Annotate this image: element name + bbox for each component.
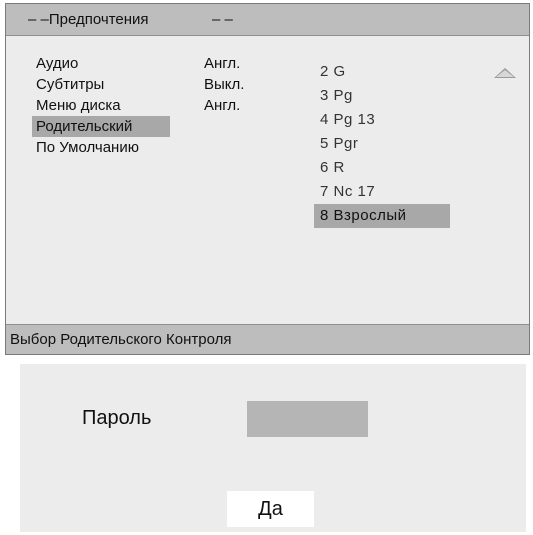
rating-option-7[interactable]: 7 Nc 17: [314, 180, 450, 204]
rating-option-4[interactable]: 4 Pg 13: [314, 108, 450, 132]
settings-list: Аудио Субтитры Меню диска Родительский П…: [32, 53, 182, 158]
rating-option-3[interactable]: 3 Pg: [314, 84, 450, 108]
menu-item-subtitles[interactable]: Субтитры: [32, 74, 182, 95]
disc-menu-value: Англ.: [204, 97, 241, 114]
menu-title-dashes: – –: [212, 11, 233, 28]
menu-title: – –Предпочтения: [28, 11, 149, 28]
rating-option-2[interactable]: 2 G: [314, 60, 450, 84]
rating-option-5[interactable]: 5 Pgr: [314, 132, 450, 156]
settings-values: Англ. Выкл. Англ.: [204, 53, 284, 116]
audio-value: Англ.: [204, 55, 241, 72]
menu-item-defaults[interactable]: По Умолчанию: [32, 137, 182, 158]
menu-item-disc-menu[interactable]: Меню диска: [32, 95, 182, 116]
menu-item-parental[interactable]: Родительский: [32, 116, 170, 137]
parental-rating-list: 2 G 3 Pg 4 Pg 13 5 Pgr 6 R 7 Nc 17 8 Взр…: [314, 60, 450, 228]
rating-option-8[interactable]: 8 Взрослый: [314, 204, 450, 228]
password-dialog: Пароль Да: [20, 364, 526, 532]
password-input[interactable]: [247, 401, 368, 437]
rating-option-6[interactable]: 6 R: [314, 156, 450, 180]
scroll-up-icon[interactable]: [494, 68, 516, 78]
ok-button[interactable]: Да: [227, 491, 314, 527]
password-label: Пароль: [82, 407, 152, 429]
preferences-menu: – –Предпочтения – – Аудио Субтитры Меню …: [5, 3, 530, 355]
menu-item-audio[interactable]: Аудио: [32, 53, 182, 74]
status-bar: Выбор Родительского Контроля: [6, 324, 529, 354]
subtitles-value: Выкл.: [204, 76, 245, 93]
menu-title-bar: – –Предпочтения – –: [6, 4, 529, 36]
